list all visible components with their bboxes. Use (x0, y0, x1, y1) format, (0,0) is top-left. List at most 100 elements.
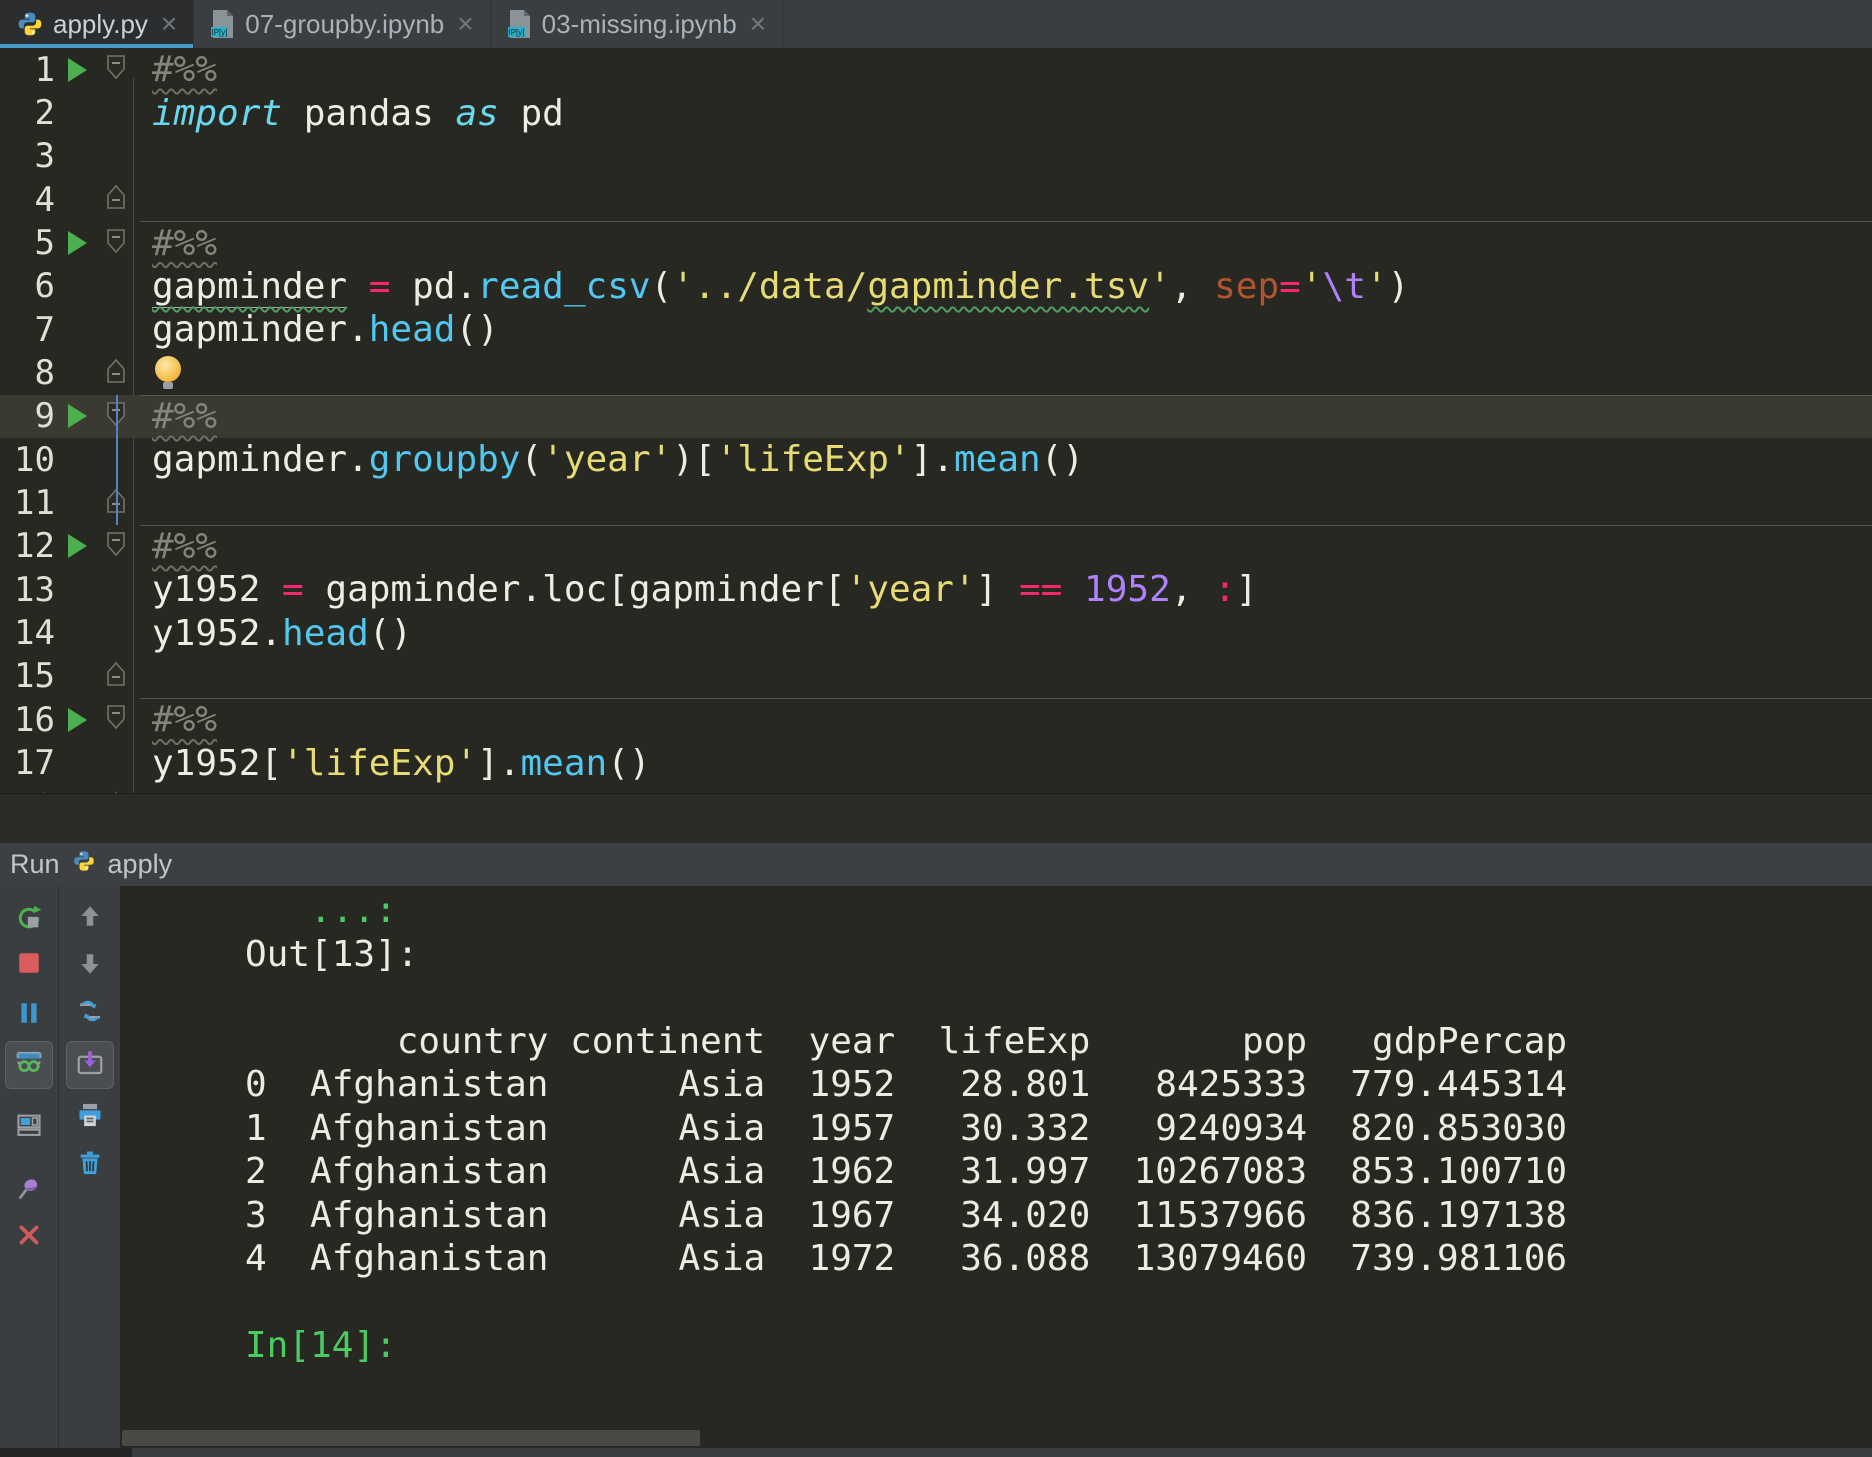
code-text: gapminder.groupby('year')['lifeExp'].mea… (132, 439, 1084, 480)
code-text: #%% (132, 526, 217, 567)
pycharm-window: apply.py×IP[y]07-groupby.ipynb×IP[y]03-m… (0, 0, 1872, 1457)
fold-marker-icon[interactable] (105, 358, 127, 389)
console-line: 1 Afghanistan Asia 1957 30.332 9240934 8… (120, 1108, 1872, 1152)
arrow-up-button[interactable] (72, 900, 108, 936)
code-text: y1952['lifeExp'].mean() (132, 743, 651, 784)
editor-line-18[interactable]: 18 (0, 785, 1872, 793)
line-number: 8 (0, 353, 55, 393)
clear-button[interactable] (72, 1147, 108, 1183)
pause-button[interactable] (11, 997, 47, 1033)
editor-scrollbar-track[interactable] (0, 793, 1872, 844)
code-text: gapminder = pd.read_csv('../data/gapmind… (132, 266, 1409, 307)
console-hscrollbar-thumb[interactable] (122, 1430, 700, 1446)
print-icon (76, 1101, 104, 1134)
run-tool-window: ...:Out[13]: country continent year life… (0, 886, 1872, 1457)
arrow-down-icon (77, 951, 103, 982)
code-text: import pandas as pd (132, 93, 564, 134)
pin-icon (15, 1174, 43, 1207)
run-label: Run (10, 849, 60, 880)
tab-03-missing.ipynb[interactable]: IP[y]03-missing.ipynb× (491, 0, 783, 48)
line-number: 13 (0, 570, 55, 610)
command-queue-button[interactable] (72, 995, 108, 1031)
console-line: country continent year lifeExp pop gdpPe… (120, 1021, 1872, 1065)
run-cell-icon[interactable] (68, 534, 87, 558)
tab-close-icon[interactable]: × (161, 10, 177, 38)
code-text: #%% (132, 223, 217, 264)
svg-text:IP[y]: IP[y] (212, 28, 228, 37)
console-line (120, 977, 1872, 1021)
rerun-button[interactable] (11, 902, 47, 938)
console-line: 2 Afghanistan Asia 1962 31.997 10267083 … (120, 1151, 1872, 1195)
intention-bulb-icon[interactable] (155, 356, 181, 382)
fold-marker-icon[interactable] (105, 704, 127, 735)
line-number: 10 (0, 440, 55, 480)
editor-line-8[interactable]: 8 (0, 351, 1872, 394)
editor-line-6[interactable]: 6 gapminder = pd.read_csv('../data/gapmin… (0, 265, 1872, 308)
editor[interactable]: 1#%%2import pandas as pd345#%%6gapminder… (0, 48, 1872, 793)
editor-line-2[interactable]: 2 import pandas as pd (0, 91, 1872, 134)
editor-line-12[interactable]: 12 #%% (0, 525, 1872, 568)
pin-button[interactable] (11, 1172, 47, 1208)
editor-line-1[interactable]: 1#%% (0, 48, 1872, 91)
editor-line-10[interactable]: 10 gapminder.groupby('year')['lifeExp'].m… (0, 438, 1872, 481)
editor-line-17[interactable]: 17y1952['lifeExp'].mean() (0, 742, 1872, 785)
variables-button[interactable] (5, 1041, 53, 1089)
line-number: 5 (0, 223, 55, 263)
scroll-to-end-icon (75, 1048, 105, 1083)
editor-line-15[interactable]: 15 (0, 655, 1872, 698)
command-queue-icon (75, 996, 105, 1031)
show-console-icon (15, 1111, 43, 1144)
python-console[interactable]: ...:Out[13]: country continent year life… (120, 886, 1872, 1448)
fold-marker-icon[interactable] (105, 184, 127, 215)
console-toolbar (59, 886, 121, 1448)
fold-marker-icon[interactable] (105, 661, 127, 692)
code-text: #%% (132, 699, 217, 740)
tab-apply.py[interactable]: apply.py× (0, 0, 194, 48)
fold-marker-icon[interactable] (105, 791, 127, 793)
run-cell-icon[interactable] (68, 58, 87, 82)
line-number: 9 (0, 396, 55, 436)
run-cell-icon[interactable] (68, 231, 87, 255)
close-icon (16, 1222, 42, 1253)
console-line: 0 Afghanistan Asia 1952 28.801 8425333 7… (120, 1064, 1872, 1108)
fold-marker-icon[interactable] (105, 228, 127, 259)
arrow-down-button[interactable] (72, 948, 108, 984)
run-cell-icon[interactable] (68, 708, 87, 732)
editor-line-16[interactable]: 16 #%% (0, 698, 1872, 741)
console-line (120, 1282, 1872, 1326)
console-line: 3 Afghanistan Asia 1967 34.020 11537966 … (120, 1195, 1872, 1239)
line-number: 1 (0, 50, 55, 90)
editor-line-5[interactable]: 5 #%% (0, 221, 1872, 264)
editor-line-11[interactable]: 11 (0, 481, 1872, 524)
stop-button[interactable] (11, 947, 47, 983)
run-target-label: apply (108, 849, 173, 880)
editor-line-7[interactable]: 7gapminder.head() (0, 308, 1872, 351)
fold-marker-icon[interactable] (105, 531, 127, 562)
line-number: 16 (0, 700, 55, 740)
show-console-button[interactable] (11, 1109, 47, 1145)
line-number: 12 (0, 526, 55, 566)
close-button[interactable] (11, 1219, 47, 1255)
tab-close-icon[interactable]: × (750, 10, 766, 38)
line-number: 3 (0, 136, 55, 176)
ipynb-file-icon: IP[y] (507, 9, 533, 39)
line-number: 2 (0, 93, 55, 133)
editor-line-9[interactable]: 9#%% (0, 395, 1872, 438)
print-button[interactable] (72, 1099, 108, 1135)
tab-07-groupby.ipynb[interactable]: IP[y]07-groupby.ipynb× (194, 0, 490, 48)
editor-line-3[interactable]: 3 (0, 135, 1872, 178)
line-number: 4 (0, 180, 55, 220)
variables-icon (14, 1048, 44, 1083)
editor-line-14[interactable]: 14y1952.head() (0, 611, 1872, 654)
console-line: In[14]: (120, 1325, 1872, 1369)
run-cell-icon[interactable] (68, 404, 87, 428)
tab-close-icon[interactable]: × (457, 10, 473, 38)
line-number: 15 (0, 656, 55, 696)
scroll-to-end-button[interactable] (66, 1041, 114, 1089)
editor-line-4[interactable]: 4 (0, 178, 1872, 221)
bottom-edge (0, 1448, 1872, 1457)
line-number: 6 (0, 266, 55, 306)
fold-marker-icon[interactable] (105, 54, 127, 85)
editor-line-13[interactable]: 13y1952 = gapminder.loc[gapminder['year'… (0, 568, 1872, 611)
run-tool-window-header: Run apply (0, 843, 1872, 887)
